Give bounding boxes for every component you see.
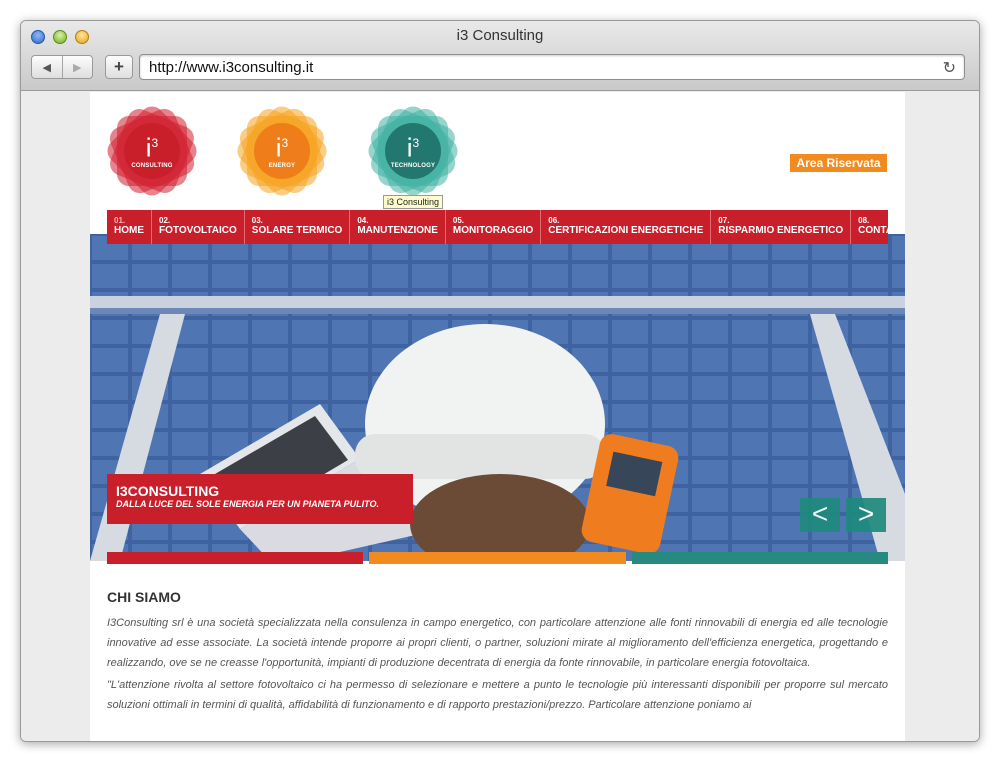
main-content: CHI SIAMO I3Consulting srl è una società… (107, 589, 888, 715)
logo-energy[interactable]: i3 ENERGY (232, 101, 332, 201)
area-riservata-button[interactable]: Area Riservata (790, 154, 887, 172)
menu-item-home[interactable]: 01. HOME (107, 210, 152, 244)
window-title: i3 Consulting (456, 27, 544, 44)
menu-item-certificazioni[interactable]: 06. CERTIFICAZIONI ENERGETICHE (541, 210, 712, 244)
color-bars (107, 552, 888, 564)
main-menu: 01. HOME 02. FOTOVOLTAICO 03. SOLARE TERMIC… (107, 210, 905, 244)
reload-icon[interactable]: ↻ (943, 58, 956, 78)
bar-red (107, 552, 364, 564)
forward-button[interactable]: ▶ (61, 56, 93, 78)
tooltip: i3 Consulting (383, 195, 444, 209)
menu-item-monitoraggio[interactable]: 05. MONITORAGGIO (446, 210, 542, 244)
title-bar: i3 Consulting ◀ ▶ + http://www.i3consult… (21, 21, 979, 91)
logo-technology[interactable]: i3 TECHNOLOGY (363, 101, 463, 201)
hero-slider: I3CONSULTING DALLA LUCE DEL SOLE ENERGIA… (90, 234, 905, 561)
slider-next-button[interactable]: > (846, 498, 886, 532)
logo-consulting[interactable]: i3 CONSULTING (102, 101, 202, 201)
logo-label: ENERGY (268, 162, 296, 169)
menu-item-solare-termico[interactable]: 03. SOLARE TERMICO (245, 210, 351, 244)
logo-label: TECHNOLOGY (390, 162, 436, 169)
menu-item-contatti[interactable]: 08. CONTATTI (851, 210, 905, 244)
back-button[interactable]: ◀ (32, 56, 62, 78)
site-container: i3 CONSULTING i3 ENERGY i3 TECHNOLOGY i3… (90, 92, 905, 741)
menu-item-manutenzione[interactable]: 04. MANUTENZIONE (350, 210, 446, 244)
url-text[interactable]: http://www.i3consulting.it (149, 59, 313, 76)
slide-title: I3CONSULTING (116, 483, 220, 499)
bar-orange (369, 552, 626, 564)
add-bookmark-button[interactable]: + (105, 55, 133, 79)
paragraph: I3Consulting srl è una società specializ… (107, 617, 888, 669)
slide-subtitle: DALLA LUCE DEL SOLE ENERGIA PER UN PIANE… (116, 499, 380, 509)
logo-label: CONSULTING (131, 162, 173, 169)
paragraph: "L'attenzione rivolta al settore fotovol… (107, 679, 888, 711)
bar-teal (631, 552, 888, 564)
menu-item-fotovoltaico[interactable]: 02. FOTOVOLTAICO (152, 210, 245, 244)
address-bar[interactable]: http://www.i3consulting.it ↻ (139, 54, 965, 80)
section-heading: CHI SIAMO (107, 589, 181, 605)
history-nav: ◀ ▶ (31, 55, 93, 79)
menu-item-risparmio[interactable]: 07. RISPARMIO ENERGETICO (711, 210, 852, 244)
slider-prev-button[interactable]: < (800, 498, 840, 532)
page-viewport: i3 CONSULTING i3 ENERGY i3 TECHNOLOGY i3… (21, 92, 979, 741)
browser-window: i3 Consulting ◀ ▶ + http://www.i3consult… (20, 20, 980, 742)
slide-caption: I3CONSULTING DALLA LUCE DEL SOLE ENERGIA… (107, 474, 413, 524)
